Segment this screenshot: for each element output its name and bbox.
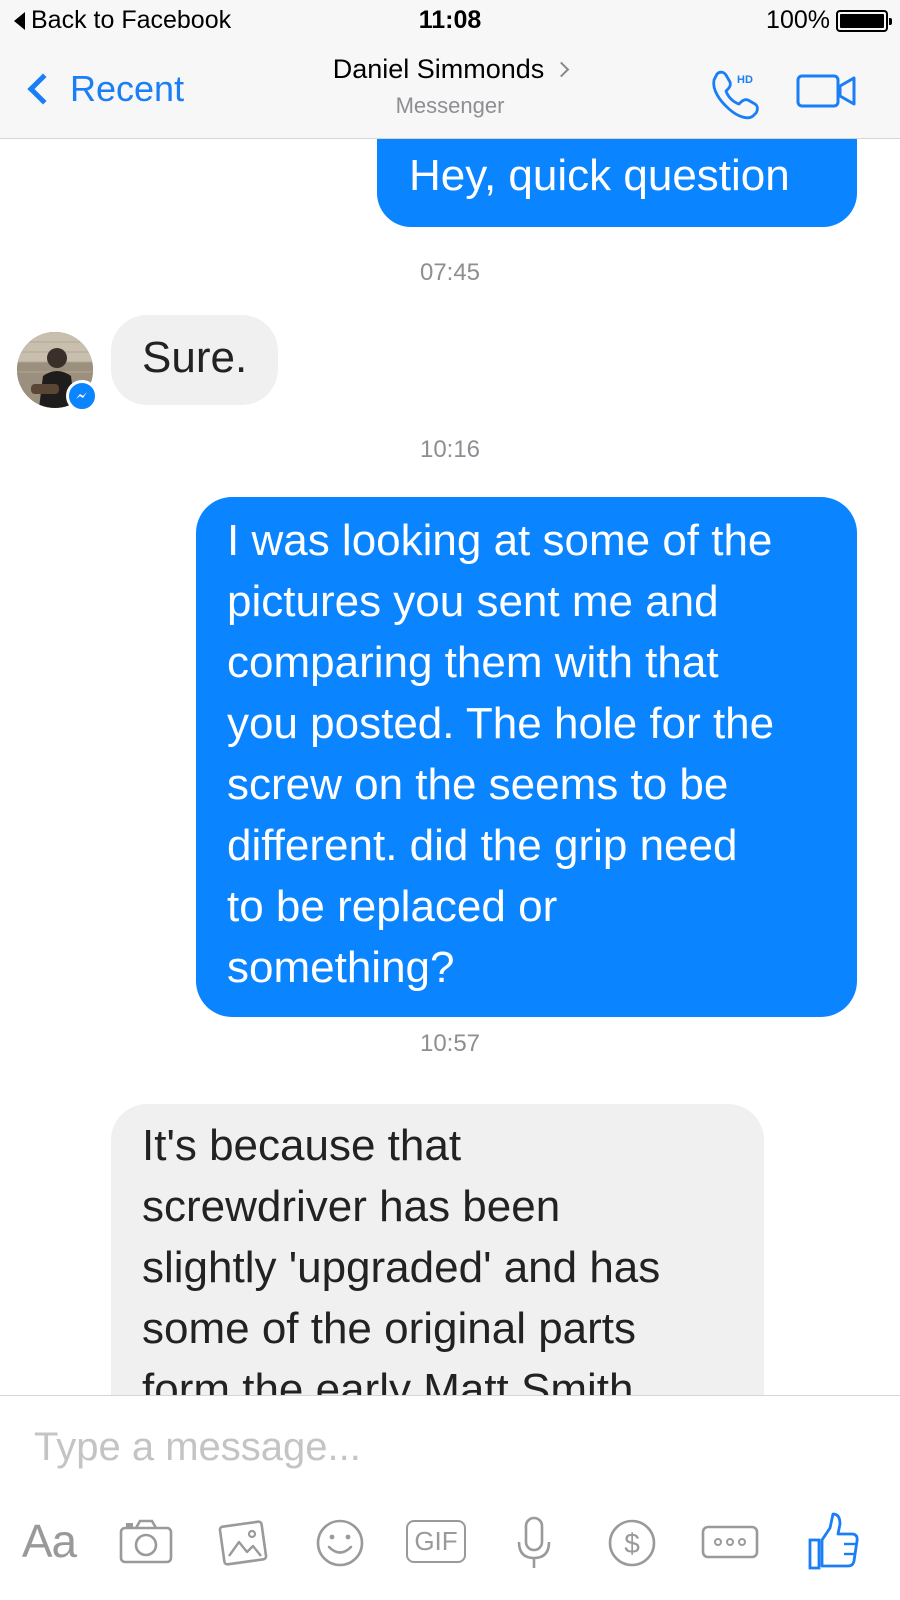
more-icon[interactable]	[700, 1506, 760, 1576]
timestamp: 07:45	[419, 259, 481, 286]
message-line: screwdriver has been	[142, 1182, 561, 1231]
message-line: comparing them with that	[227, 638, 719, 687]
message-line: different. did the grip need	[227, 821, 738, 870]
svg-text:$: $	[624, 1528, 640, 1559]
status-bar: Back to Facebook 11:08 100%	[0, 0, 900, 44]
message-bubble-outgoing[interactable]: Hey, quick question	[377, 139, 857, 227]
message-line: screw on the seems to be	[227, 760, 729, 809]
composer-toolbar: Aa GIF $	[0, 1506, 900, 1576]
message-line: you posted. The hole for the	[227, 699, 775, 748]
smiley-icon[interactable]	[312, 1506, 368, 1576]
timestamp: 10:16	[419, 436, 481, 463]
messenger-badge-icon	[66, 380, 98, 412]
message-line: slightly 'upgraded' and has	[142, 1243, 661, 1292]
contact-name: Daniel Simmonds	[332, 54, 545, 84]
timestamp: 10:57	[419, 1030, 481, 1057]
phone-hd-icon[interactable]: HD	[708, 66, 764, 122]
gif-button[interactable]: GIF	[406, 1506, 466, 1576]
contact-subtitle: Messenger	[395, 93, 505, 118]
text-style-button[interactable]: Aa	[16, 1506, 82, 1576]
thumbs-up-icon[interactable]	[806, 1506, 862, 1576]
gif-label: GIF	[406, 1519, 466, 1563]
chevron-right-icon	[554, 61, 570, 78]
message-line: to be replaced or	[227, 882, 558, 931]
message-line: form the early Matt Smith	[142, 1365, 634, 1395]
battery-status: 100%	[766, 6, 892, 35]
hd-badge: HD	[737, 74, 753, 86]
message-bubble-incoming[interactable]: It's because that screwdriver has been s…	[111, 1104, 764, 1395]
chevron-left-icon	[27, 73, 59, 105]
message-input[interactable]	[34, 1420, 854, 1474]
contact-info[interactable]: Daniel Simmonds Messenger	[250, 54, 650, 119]
status-time: 11:08	[418, 6, 482, 34]
message-text: Sure.	[142, 333, 248, 382]
microphone-icon[interactable]	[506, 1506, 562, 1576]
message-line: something?	[227, 943, 455, 992]
composer: Aa GIF $	[0, 1395, 900, 1600]
camera-icon[interactable]	[118, 1506, 174, 1576]
message-thread[interactable]: Hey, quick question 07:45 Sure. 10:16 I …	[0, 139, 900, 1395]
photo-gallery-icon[interactable]	[216, 1506, 272, 1576]
recent-back-label: Recent	[70, 68, 185, 109]
dollar-icon[interactable]: $	[604, 1506, 660, 1576]
battery-percent: 100%	[766, 6, 830, 34]
recent-back-button[interactable]: Recent	[24, 68, 184, 110]
battery-icon	[836, 9, 892, 32]
message-text: Hey, quick question	[409, 151, 790, 200]
conversation-header: Recent Daniel Simmonds Messenger HD	[0, 44, 900, 139]
message-line: pictures you sent me and	[227, 577, 719, 626]
video-camera-icon[interactable]	[796, 70, 858, 112]
message-line: some of the original parts	[142, 1304, 637, 1353]
message-line: It's because that	[142, 1121, 462, 1170]
message-bubble-outgoing[interactable]: I was looking at some of the pictures yo…	[196, 497, 857, 1017]
message-line: I was looking at some of the	[227, 516, 773, 565]
message-bubble-incoming[interactable]: Sure.	[111, 315, 279, 405]
